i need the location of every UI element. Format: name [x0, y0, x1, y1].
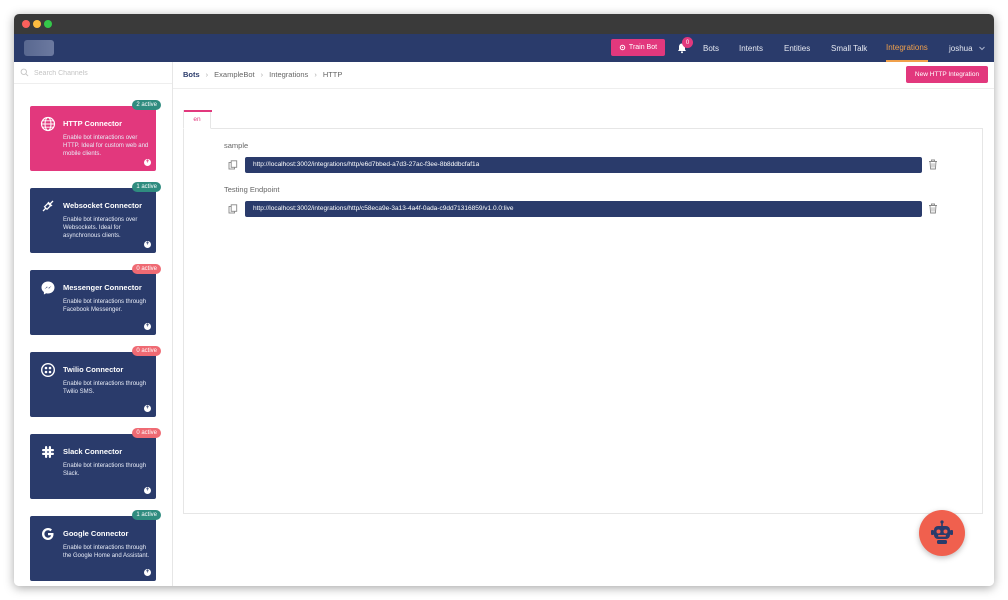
connector-description: Enable bot interactions over HTTP. Ideal… [63, 135, 149, 157]
connector-title: Messenger Connector [63, 283, 142, 292]
search-channels-input[interactable] [34, 66, 164, 80]
nav-integrations[interactable]: Integrations [886, 34, 928, 62]
connector-description: Enable bot interactions over Websockets.… [63, 217, 138, 239]
breadcrumb: Bots › ExampleBot › Integrations › HTTP [183, 70, 342, 79]
connector-title: Google Connector [63, 529, 129, 538]
add-icon[interactable]: + [144, 159, 151, 166]
search-icon [20, 68, 29, 77]
app-logo[interactable] [24, 40, 54, 56]
breadcrumb-separator-icon: › [314, 70, 317, 79]
integrations-panel: sample http://localhost:3002/integration… [183, 128, 983, 514]
app-window: Train Bot 0 Bots Intents Entities Small … [14, 14, 994, 586]
maximize-window-button[interactable] [44, 20, 52, 28]
connector-title: Twilio Connector [63, 365, 124, 374]
add-icon[interactable]: + [144, 569, 151, 576]
robot-icon [931, 520, 953, 544]
channel-search [14, 62, 172, 84]
top-navbar: Train Bot 0 Bots Intents Entities Small … [14, 34, 994, 62]
copy-icon[interactable] [228, 160, 238, 170]
active-count-badge: 2 active [132, 100, 161, 110]
connector-card-websocket[interactable]: 1 active Websocket Connector Enable bot … [30, 182, 161, 253]
breadcrumb-current: HTTP [322, 70, 343, 79]
active-count-badge: 1 active [132, 182, 161, 192]
active-count-badge: 1 active [132, 510, 161, 520]
connector-card-http[interactable]: 2 active HTTP Connector Enable bot inter… [30, 100, 161, 171]
breadcrumb-separator-icon: › [260, 70, 264, 79]
nav-intents[interactable]: Intents [739, 34, 763, 62]
connector-card-google[interactable]: 1 active Google Connector Enable bot int… [30, 510, 161, 581]
close-window-button[interactable] [22, 20, 30, 28]
header-divider [173, 88, 994, 89]
main-content: Bots › ExampleBot › Integrations › HTTP … [173, 62, 994, 586]
username: joshua [949, 43, 973, 53]
connector-title: Websocket Connector [63, 201, 143, 210]
endpoint-row: http://localhost:3002/integrations/http/… [224, 201, 964, 217]
nav-small-talk[interactable]: Small Talk [831, 34, 867, 62]
add-icon[interactable]: + [144, 487, 151, 494]
gear-icon [619, 44, 626, 51]
train-bot-button[interactable]: Train Bot [611, 39, 665, 56]
add-icon[interactable]: + [144, 241, 151, 248]
title-bar [14, 14, 994, 34]
breadcrumb-bots[interactable]: Bots [183, 70, 200, 79]
add-icon[interactable]: + [144, 405, 151, 412]
user-menu[interactable]: joshua [949, 34, 986, 62]
endpoint-name: Testing Endpoint [224, 185, 280, 194]
nav-entities[interactable]: Entities [784, 34, 810, 62]
trash-icon[interactable] [928, 159, 938, 170]
trash-icon[interactable] [928, 203, 938, 214]
endpoint-name: sample [224, 141, 249, 150]
slack-icon [42, 446, 54, 458]
tab-en[interactable]: en [183, 110, 212, 129]
connector-description: Enable bot interactions through Twilio S… [63, 381, 147, 395]
active-count-badge: 0 active [132, 428, 161, 438]
connector-card-messenger[interactable]: 0 active Messenger Connector Enable bot … [30, 264, 161, 335]
google-icon [42, 528, 54, 540]
connector-card-slack[interactable]: 0 active Slack Connector Enable bot inte… [30, 428, 161, 499]
active-count-badge: 0 active [132, 264, 161, 274]
nav-bots[interactable]: Bots [703, 34, 719, 62]
train-bot-label: Train Bot [628, 44, 658, 51]
connector-title: Slack Connector [63, 447, 123, 456]
endpoint-url[interactable]: http://localhost:3002/integrations/http/… [245, 157, 922, 173]
chat-bot-button[interactable] [919, 510, 965, 556]
add-icon[interactable]: + [144, 323, 151, 330]
connector-card-twilio[interactable]: 0 active Twilio Connector Enable bot int… [30, 346, 161, 417]
copy-icon[interactable] [228, 204, 238, 214]
connector-description: Enable bot interactions through Facebook… [63, 299, 147, 313]
chevron-down-icon [978, 46, 985, 51]
active-count-badge: 0 active [132, 346, 161, 356]
channels-sidebar: 2 active HTTP Connector Enable bot inter… [14, 62, 173, 586]
breadcrumb-integrations[interactable]: Integrations [269, 70, 308, 79]
connector-description: Enable bot interactions through the Goog… [63, 545, 150, 559]
connector-description: Enable bot interactions through Slack. [63, 463, 147, 477]
new-http-integration-button[interactable]: New HTTP Integration [906, 66, 988, 83]
endpoint-row: http://localhost:3002/integrations/http/… [224, 157, 964, 173]
plug-icon [42, 200, 54, 212]
breadcrumb-separator-icon: › [205, 70, 209, 79]
twilio-icon [40, 362, 56, 378]
breadcrumb-bot[interactable]: ExampleBot [214, 70, 254, 79]
connector-title: HTTP Connector [63, 119, 123, 128]
messenger-icon [41, 281, 55, 295]
globe-icon [40, 116, 56, 132]
notification-count-badge: 0 [682, 37, 693, 48]
minimize-window-button[interactable] [33, 20, 41, 28]
endpoint-url[interactable]: http://localhost:3002/integrations/http/… [245, 201, 922, 217]
